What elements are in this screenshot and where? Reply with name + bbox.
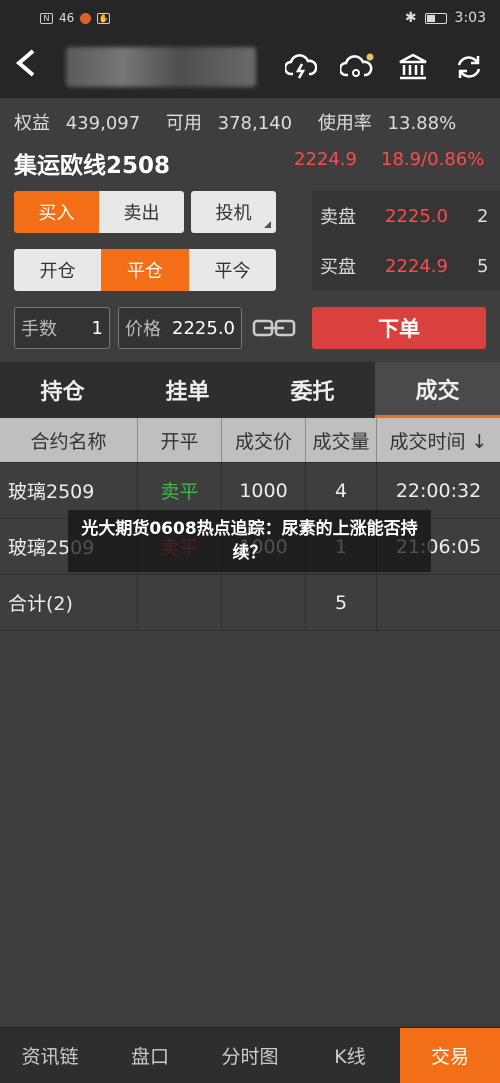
- cloud-lightning-icon: [285, 54, 317, 79]
- table-header: 合约名称 开平 成交价 成交量 成交时间 ↓: [0, 418, 500, 463]
- offset-toggle: 开仓 平仓 平今: [14, 249, 276, 291]
- ask-qty: 2: [477, 205, 489, 227]
- col-contract[interactable]: 合约名称: [0, 418, 138, 462]
- back-button[interactable]: [0, 37, 52, 97]
- app-notification-icon: [80, 12, 92, 24]
- bottom-nav-intraday[interactable]: 分时图: [200, 1028, 300, 1083]
- available-value: 378,140: [217, 113, 293, 134]
- link-button[interactable]: [252, 315, 296, 341]
- top-nav-bar: [0, 36, 500, 98]
- open-button[interactable]: 开仓: [14, 249, 101, 291]
- account-summary: 权益 439,097 可用 378,140 使用率 13.88%: [14, 109, 476, 135]
- quantity-value: 1: [91, 317, 103, 339]
- bluetooth-icon: ✱: [404, 10, 417, 26]
- tab-positions[interactable]: 持仓: [0, 362, 125, 418]
- ask-price: 2225.0: [385, 205, 448, 227]
- contract-price: 2224.9: [294, 149, 357, 170]
- total-time-empty: [377, 575, 500, 630]
- bid-price: 2224.9: [385, 255, 448, 277]
- bid-qty: 5: [477, 255, 489, 277]
- total-price-empty: [222, 575, 306, 630]
- usage-label: 使用率: [317, 113, 372, 134]
- total-label: 合计(2): [0, 575, 138, 630]
- back-arrow-icon: [15, 49, 35, 77]
- quantity-field[interactable]: 手数 1: [14, 307, 110, 349]
- usage-value: 13.88%: [387, 113, 457, 134]
- total-offset-empty: [138, 575, 222, 630]
- direction-toggle: 买入 卖出: [14, 191, 184, 233]
- bank-icon: [399, 53, 427, 80]
- price-label: 价格: [125, 319, 161, 340]
- record-tabs: 持仓 挂单 委托 成交: [0, 362, 500, 418]
- status-bar: N 46 ✋ ✱ 3:03: [0, 0, 500, 36]
- equity-value: 439,097: [65, 113, 141, 134]
- bid-label: 买盘: [320, 257, 356, 278]
- close-button[interactable]: 平仓: [101, 249, 189, 291]
- bottom-nav-news[interactable]: 资讯链: [0, 1028, 100, 1083]
- bottom-nav: 资讯链 盘口 分时图 K线 交易: [0, 1027, 500, 1083]
- refresh-icon: [457, 56, 481, 78]
- bottom-nav-kline[interactable]: K线: [300, 1028, 400, 1083]
- col-price[interactable]: 成交价: [222, 418, 306, 462]
- cloud-settings-button[interactable]: [340, 50, 374, 84]
- bid-row[interactable]: 买盘 2224.9 5: [312, 241, 500, 291]
- news-overlay-title: 光大期货0608热点追踪：尿素的上涨能否持续？: [68, 510, 431, 572]
- buy-button[interactable]: 买入: [14, 191, 99, 233]
- quantity-label: 手数: [21, 319, 57, 340]
- cloud-gear-icon: [340, 53, 374, 77]
- contract-change: 18.9/0.86%: [381, 149, 485, 170]
- tab-pending[interactable]: 挂单: [125, 362, 250, 418]
- account-name-blurred: [66, 47, 256, 87]
- sell-button[interactable]: 卖出: [99, 191, 184, 233]
- col-volume[interactable]: 成交量: [306, 418, 377, 462]
- price-field[interactable]: 价格 2225.0: [118, 307, 242, 349]
- speculation-select[interactable]: 投机: [191, 191, 276, 233]
- close-today-button[interactable]: 平今: [189, 249, 276, 291]
- col-offset[interactable]: 开平: [138, 418, 222, 462]
- bottom-nav-orderbook[interactable]: 盘口: [100, 1028, 200, 1083]
- equity-label: 权益: [14, 113, 50, 134]
- refresh-button[interactable]: [452, 50, 486, 84]
- trade-panel: 权益 439,097 可用 378,140 使用率 13.88% 集运欧线250…: [0, 98, 500, 349]
- price-value: 2225.0: [172, 317, 235, 339]
- tab-orders[interactable]: 委托: [250, 362, 375, 418]
- bank-transfer-button[interactable]: [396, 50, 430, 84]
- ask-row[interactable]: 卖盘 2225.0 2: [312, 191, 500, 241]
- clock: 3:03: [454, 10, 486, 26]
- battery-icon: [424, 12, 447, 24]
- network-label: 46: [59, 11, 75, 25]
- tab-trades[interactable]: 成交: [375, 362, 500, 418]
- order-book: 卖盘 2225.0 2 买盘 2224.9 5: [312, 191, 500, 291]
- ask-label: 卖盘: [320, 207, 356, 228]
- bottom-nav-trade[interactable]: 交易: [400, 1028, 500, 1083]
- link-icon: [252, 319, 296, 337]
- col-time[interactable]: 成交时间 ↓: [377, 418, 500, 462]
- total-volume: 5: [306, 575, 377, 630]
- place-order-button[interactable]: 下单: [312, 307, 486, 349]
- contract-name[interactable]: 集运欧线2508: [14, 146, 170, 180]
- table-total-row: 合计(2) 5: [0, 575, 500, 631]
- hand-icon: ✋: [97, 12, 111, 24]
- available-label: 可用: [165, 113, 202, 134]
- sim-icon: N: [40, 12, 53, 24]
- cloud-sync-button[interactable]: [284, 50, 318, 84]
